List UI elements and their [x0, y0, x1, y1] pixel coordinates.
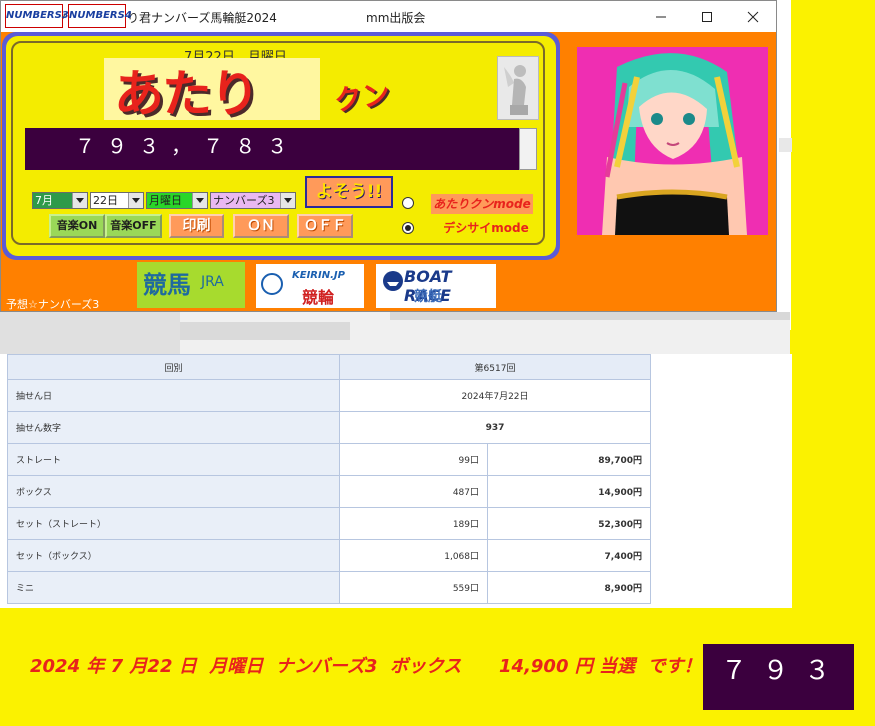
- winning-number-value: 937: [339, 411, 651, 444]
- table-row: ストレート 99口 89,700円: [7, 443, 651, 476]
- chevron-down-icon: [192, 193, 207, 208]
- table-row: 抽せん数字 937: [7, 411, 651, 444]
- numbers4-logo[interactable]: NUMBERS4: [68, 4, 132, 28]
- prediction-display: ７ ９ ３ ， ７ ８ ３: [25, 128, 519, 170]
- glitch-block: [180, 322, 350, 340]
- atari-mode-radio[interactable]: [402, 197, 414, 209]
- keirin-jp-text: KEIRIN.JP: [292, 270, 345, 281]
- draw-date-value: 2024年7月22日: [339, 379, 651, 412]
- row-label: ボックス: [7, 475, 340, 508]
- winners-count: 189口: [339, 507, 488, 540]
- minimize-icon: [656, 16, 666, 17]
- weekday-select-value: 月曜日: [149, 194, 182, 207]
- keiba-text: 競馬: [143, 271, 191, 299]
- atari-logo: あたり: [104, 58, 320, 123]
- winners-count: 487口: [339, 475, 488, 508]
- chevron-down-icon: [128, 193, 143, 208]
- on-button[interactable]: ＯＮ: [233, 214, 289, 238]
- minimize-button[interactable]: [638, 1, 684, 32]
- header-cell: 回別: [7, 354, 340, 380]
- logo-sub-text: クン: [332, 77, 393, 118]
- prize-amount: 14,900円: [487, 475, 651, 508]
- header-cell: 第6517回: [339, 354, 651, 380]
- row-label: セット（ストレート）: [7, 507, 340, 540]
- music-off-button[interactable]: 音楽OFF: [105, 214, 162, 238]
- result-table: 回別 第6517回 抽せん日 2024年7月22日 抽せん数字 937 ストレー…: [7, 354, 651, 604]
- keiba-logo[interactable]: 競馬 JRA: [137, 262, 245, 308]
- maximize-button[interactable]: [684, 1, 730, 32]
- weekday-select[interactable]: 月曜日: [146, 192, 208, 209]
- result-display: ７ ９ ３: [703, 644, 854, 710]
- day-select[interactable]: 22日: [90, 192, 144, 209]
- result-display-numbers: ７ ９ ３: [721, 656, 831, 686]
- close-icon: [747, 11, 759, 22]
- game-select-value: ナンバーズ3: [213, 194, 275, 207]
- jra-text: JRA: [201, 274, 224, 290]
- print-button[interactable]: 印刷: [169, 214, 224, 238]
- digital-mode-label: デシサイmode: [443, 221, 529, 235]
- prize-amount: 89,700円: [487, 443, 651, 476]
- character-illustration: [577, 47, 768, 235]
- table-row: セット（ボックス） 1,068口 7,400円: [7, 539, 651, 572]
- boatrace-logo[interactable]: BOAT RACE 競艇: [376, 264, 496, 308]
- chevron-down-icon: [280, 193, 295, 208]
- numbers3-label: 予想☆ナンバーズ3: [6, 298, 100, 311]
- month-select[interactable]: 7月: [32, 192, 88, 209]
- boatrace-emblem-icon: [383, 271, 403, 291]
- keirin-logo[interactable]: KEIRIN.JP 競輪: [256, 264, 364, 308]
- table-row: 抽せん日 2024年7月22日: [7, 379, 651, 412]
- keirin-text: 競輪: [302, 288, 335, 307]
- row-label: 抽せん数字: [7, 411, 340, 444]
- table-row: ミニ 559口 8,900円: [7, 571, 651, 604]
- table-header-row: 回別 第6517回: [7, 354, 651, 380]
- prize-amount: 7,400円: [487, 539, 651, 572]
- numbers3-logo[interactable]: NUMBERS3: [5, 4, 69, 28]
- music-on-button[interactable]: 音楽ON: [49, 214, 105, 238]
- window-edge: [777, 0, 791, 330]
- row-label: ミニ: [7, 571, 340, 604]
- day-select-value: 22日: [93, 194, 118, 207]
- winners-count: 99口: [339, 443, 488, 476]
- row-label: 抽せん日: [7, 379, 340, 412]
- predict-button[interactable]: よそう!!: [305, 176, 393, 208]
- chevron-down-icon: [72, 193, 87, 208]
- table-row: セット（ストレート） 189口 52,300円: [7, 507, 651, 540]
- angel-icon: [504, 65, 528, 115]
- month-select-value: 7月: [35, 194, 53, 207]
- keirin-wheel-icon: [261, 273, 283, 295]
- row-label: セット（ボックス）: [7, 539, 340, 572]
- display-scrollbar[interactable]: [519, 128, 537, 170]
- table-row: ボックス 487口 14,900円: [7, 475, 651, 508]
- row-label: ストレート: [7, 443, 340, 476]
- prize-amount: 52,300円: [487, 507, 651, 540]
- winners-count: 1,068口: [339, 539, 488, 572]
- win-announcement: 2024 年 7 月22 日 月曜日 ナンバーズ3 ボックス 14,900 円 …: [30, 656, 720, 677]
- atari-mode-label: あたりクンmode: [431, 194, 533, 214]
- angel-statue-image: [497, 56, 539, 120]
- glitch-block: [390, 312, 790, 320]
- off-button[interactable]: ＯＦＦ: [297, 214, 353, 238]
- publisher-label: mm出版会: [366, 11, 426, 25]
- prize-amount: 8,900円: [487, 571, 651, 604]
- digital-mode-radio[interactable]: [402, 222, 414, 234]
- maximize-icon: [702, 11, 712, 22]
- character-image: [577, 47, 768, 235]
- close-button[interactable]: [730, 1, 776, 32]
- screenshot-glitch-strip: [0, 312, 790, 354]
- glitch-block: [0, 312, 180, 354]
- game-select[interactable]: ナンバーズ3: [210, 192, 296, 209]
- boatrace-jp-text: 競艇: [414, 289, 442, 305]
- logo-main-text: あたり: [114, 65, 260, 123]
- prediction-numbers: ７ ９ ３ ， ７ ８ ３: [75, 134, 288, 158]
- winners-count: 559口: [339, 571, 488, 604]
- window-edge-block: [779, 138, 792, 152]
